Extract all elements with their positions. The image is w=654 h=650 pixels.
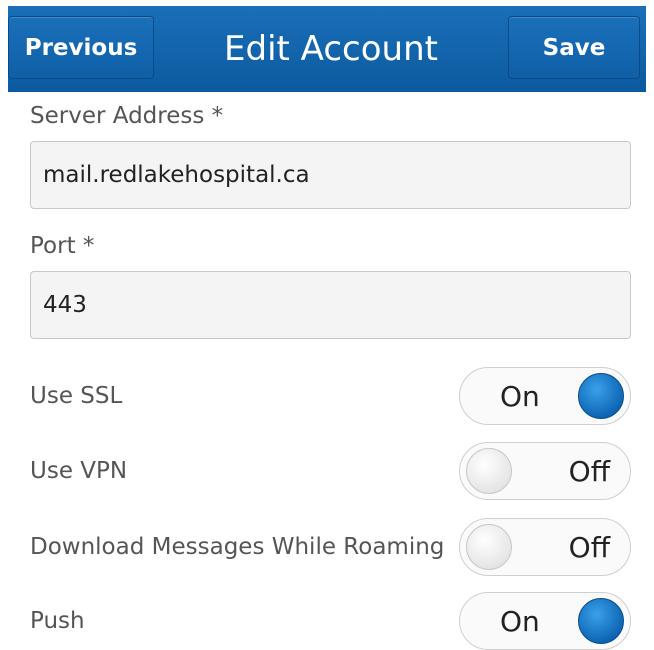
use-ssl-toggle[interactable]: On bbox=[459, 367, 631, 425]
save-button[interactable]: Save bbox=[508, 16, 640, 79]
use-vpn-toggle-state: Off bbox=[568, 454, 610, 488]
download-roaming-label: Download Messages While Roaming bbox=[30, 534, 445, 560]
title-bar: Previous Edit Account Save bbox=[8, 6, 646, 92]
port-field[interactable]: 443 bbox=[30, 271, 631, 339]
push-label: Push bbox=[30, 608, 85, 634]
port-label: Port * bbox=[30, 233, 95, 259]
server-address-field[interactable]: mail.redlakehospital.ca bbox=[30, 141, 631, 209]
page-title: Edit Account bbox=[224, 29, 438, 69]
toggle-knob-icon bbox=[466, 524, 512, 570]
download-roaming-toggle-state: Off bbox=[568, 530, 610, 564]
push-toggle[interactable]: On bbox=[459, 592, 631, 650]
use-vpn-label: Use VPN bbox=[30, 458, 128, 484]
download-roaming-toggle[interactable]: Off bbox=[459, 518, 631, 576]
use-vpn-toggle[interactable]: Off bbox=[459, 442, 631, 500]
push-toggle-state: On bbox=[500, 604, 540, 638]
toggle-knob-icon bbox=[578, 598, 624, 644]
previous-button[interactable]: Previous bbox=[8, 16, 154, 79]
server-address-label: Server Address * bbox=[30, 103, 224, 129]
use-ssl-label: Use SSL bbox=[30, 383, 123, 409]
use-ssl-toggle-state: On bbox=[500, 379, 540, 413]
toggle-knob-icon bbox=[578, 373, 624, 419]
toggle-knob-icon bbox=[466, 448, 512, 494]
